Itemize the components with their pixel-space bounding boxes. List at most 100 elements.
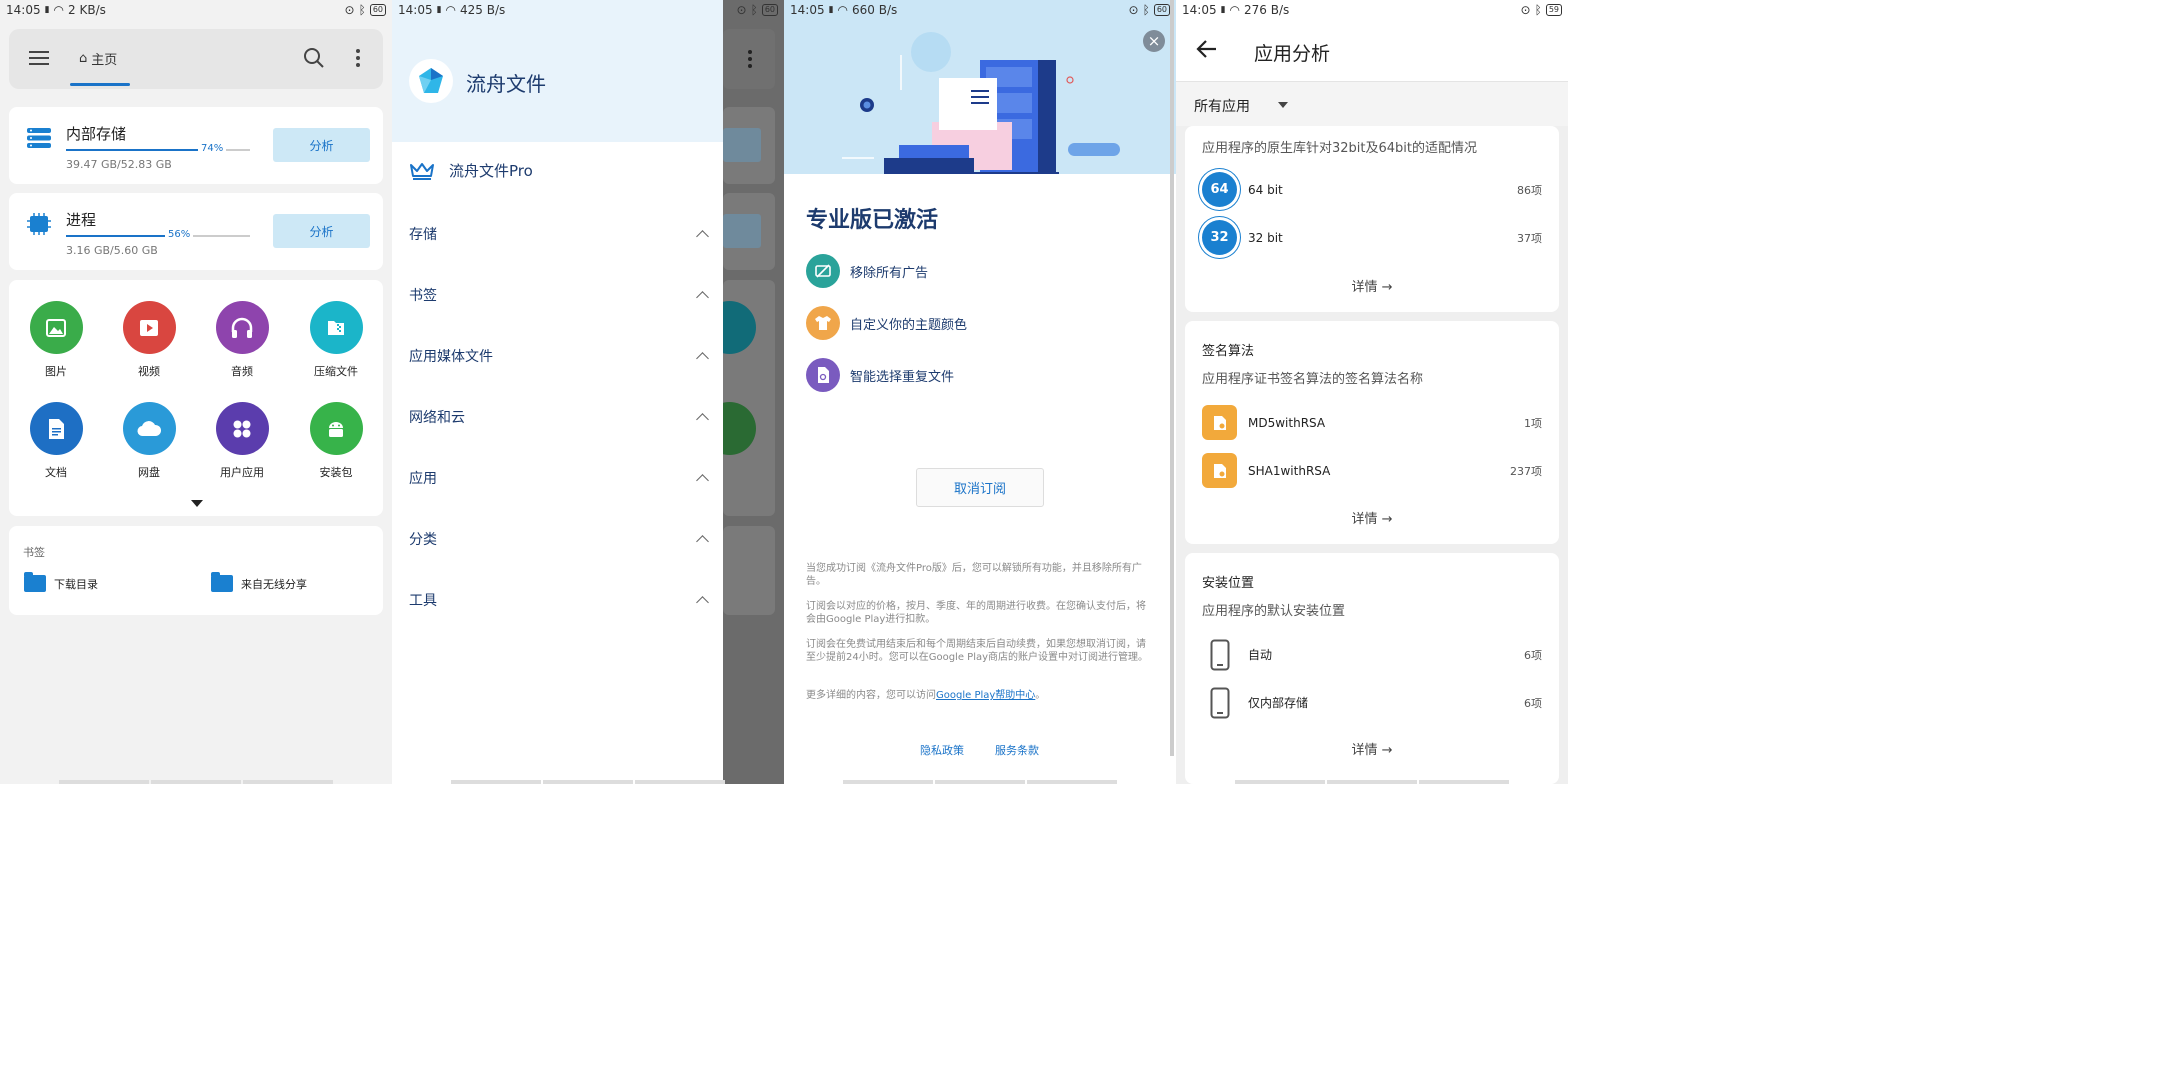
category-label: 安装包 bbox=[319, 466, 353, 479]
row-label: SHA1withRSA bbox=[1248, 463, 1331, 478]
hero-illustration: × bbox=[784, 0, 1176, 174]
category-label: 用户应用 bbox=[220, 466, 264, 479]
bookmark-item[interactable]: 下载目录 bbox=[24, 572, 98, 592]
subscription-notice: 订阅会以对应的价格，按月、季度、年的周期进行收费。在您确认支付后，将会由Goog… bbox=[806, 601, 1146, 625]
expand-arrow-icon[interactable] bbox=[191, 500, 203, 507]
drawer-section-app-media[interactable]: 应用媒体文件 bbox=[409, 346, 709, 366]
battery-icon: 59 bbox=[1545, 4, 1562, 16]
native-lib-details-link[interactable]: 详情 → bbox=[1185, 276, 1559, 295]
tab-home[interactable]: ⌂ 主页 bbox=[79, 49, 117, 68]
internal-storage-detail: 39.47 GB/52.83 GB bbox=[66, 158, 172, 171]
category-video[interactable]: 视频 bbox=[109, 301, 189, 379]
arrow-right-icon: → bbox=[1381, 743, 1393, 758]
wifi-icon: ◠ bbox=[1229, 3, 1241, 17]
privacy-policy-link[interactable]: 隐私政策 bbox=[920, 742, 964, 758]
process-bar: 56% bbox=[66, 229, 250, 240]
bluetooth-icon: ᛒ bbox=[1142, 3, 1150, 17]
storage-icon bbox=[27, 128, 51, 148]
process-percent: 56% bbox=[165, 229, 194, 240]
bookmark-item[interactable]: 来自无线分享 bbox=[211, 572, 307, 592]
duplicate-file-icon bbox=[806, 358, 840, 392]
category-apk[interactable]: 安装包 bbox=[296, 402, 376, 480]
menu-icon[interactable] bbox=[29, 51, 49, 65]
feature-item: 智能选择重复文件 bbox=[806, 358, 954, 392]
signal-icon: ▮ bbox=[436, 5, 442, 15]
process-fill bbox=[66, 235, 165, 237]
native-lib-subtitle: 应用程序的原生库针对32bit及64bit的适配情况 bbox=[1202, 141, 1478, 156]
alarm-icon: ⊙ bbox=[344, 3, 355, 17]
bookmark-label: 来自无线分享 bbox=[241, 577, 307, 591]
shirt-icon bbox=[806, 306, 840, 340]
tab-home-label: 主页 bbox=[91, 53, 118, 68]
drawer-section-label: 分类 bbox=[409, 532, 437, 548]
alarm-icon: ⊙ bbox=[1128, 3, 1139, 17]
chevron-up-icon bbox=[696, 595, 709, 609]
drawer-item-pro[interactable]: 流舟文件Pro bbox=[409, 160, 533, 181]
category-cloud[interactable]: 网盘 bbox=[109, 402, 189, 480]
install-location-details-link[interactable]: 详情 → bbox=[1185, 739, 1559, 758]
process-card[interactable]: 进程 56% 3.16 GB/5.60 GB 分析 bbox=[9, 193, 383, 270]
more-options-icon[interactable] bbox=[355, 49, 361, 69]
category-label: 文档 bbox=[45, 466, 67, 479]
category-documents[interactable]: 文档 bbox=[16, 402, 96, 480]
row-label: 自动 bbox=[1248, 648, 1273, 662]
pro-screen: × 专业版已激活 移除所有广告 自定义你的主题颜色 智能选择重复文件 取消订阅 … bbox=[784, 0, 1176, 784]
internal-storage-card[interactable]: 内部存储 74% 39.47 GB/52.83 GB 分析 bbox=[9, 107, 383, 184]
dimmed-background[interactable] bbox=[703, 0, 784, 784]
terms-of-service-link[interactable]: 服务条款 bbox=[995, 742, 1039, 758]
gesture-bar bbox=[1176, 780, 1568, 784]
bluetooth-icon: ᛒ bbox=[1534, 3, 1542, 17]
category-archives[interactable]: 压缩文件 bbox=[296, 301, 376, 379]
signature-row[interactable]: MD5withRSA 1项 bbox=[1202, 405, 1542, 440]
native-lib-row[interactable]: 32 32 bit 37项 bbox=[1202, 220, 1542, 255]
phone-icon bbox=[1202, 685, 1237, 720]
category-images[interactable]: 图片 bbox=[16, 301, 96, 379]
app-filter-dropdown[interactable]: 所有应用 bbox=[1176, 82, 1568, 126]
drawer-screen: 流舟文件 流舟文件Pro 存储 书签 应用媒体文件 网络和云 应用 分类 工具 … bbox=[392, 0, 784, 784]
install-location-row[interactable]: 自动 6项 bbox=[1202, 637, 1542, 672]
install-location-subtitle: 应用程序的默认安装位置 bbox=[1202, 604, 1346, 619]
drawer-section-bookmarks[interactable]: 书签 bbox=[409, 285, 709, 305]
drawer-section-apps[interactable]: 应用 bbox=[409, 468, 709, 488]
back-arrow-icon[interactable] bbox=[1196, 38, 1218, 60]
row-count: 6项 bbox=[1524, 696, 1542, 710]
phone-icon bbox=[1202, 637, 1237, 672]
category-audio[interactable]: 音频 bbox=[202, 301, 282, 379]
filter-selected-value: 所有应用 bbox=[1194, 99, 1250, 115]
status-bar: 14:05 ▮ ◠ 2 KB/s ⊙ ᛒ 60 bbox=[0, 0, 392, 20]
top-app-bar: ⌂ 主页 bbox=[9, 29, 383, 89]
certificate-icon bbox=[1202, 453, 1237, 488]
top-app-bar: 应用分析 bbox=[1176, 20, 1568, 82]
signature-details-link[interactable]: 详情 → bbox=[1185, 508, 1559, 527]
home-icon: ⌂ bbox=[79, 51, 88, 66]
drawer-section-storage[interactable]: 存储 bbox=[409, 224, 709, 244]
drawer-section-network[interactable]: 网络和云 bbox=[409, 407, 709, 427]
file-cabinet-illustration bbox=[842, 32, 1120, 174]
arrow-right-icon: → bbox=[1381, 280, 1393, 295]
category-user-apps[interactable]: 用户应用 bbox=[202, 402, 282, 480]
wifi-icon: ◠ bbox=[445, 3, 457, 17]
search-icon[interactable] bbox=[303, 47, 325, 69]
battery-icon: 60 bbox=[369, 4, 386, 16]
install-location-row[interactable]: 仅内部存储 6项 bbox=[1202, 685, 1542, 720]
analyze-storage-button[interactable]: 分析 bbox=[273, 128, 370, 162]
install-location-title: 安装位置 bbox=[1202, 576, 1255, 591]
google-play-help-link[interactable]: Google Play帮助中心 bbox=[936, 690, 1035, 701]
archive-icon bbox=[309, 301, 363, 354]
status-speed: 276 B/s bbox=[1244, 3, 1290, 17]
drawer-section-tools[interactable]: 工具 bbox=[409, 590, 709, 610]
drawer-app-name: 流舟文件 bbox=[466, 72, 546, 96]
apps-icon bbox=[215, 402, 269, 455]
gesture-bar bbox=[784, 780, 1176, 784]
close-icon[interactable]: × bbox=[1143, 30, 1165, 52]
category-label: 网盘 bbox=[138, 466, 160, 479]
cancel-subscription-button[interactable]: 取消订阅 bbox=[916, 468, 1044, 507]
document-icon bbox=[29, 402, 83, 455]
native-lib-row[interactable]: 64 64 bit 86项 bbox=[1202, 172, 1542, 207]
category-label: 视频 bbox=[138, 365, 160, 378]
drawer-section-categories[interactable]: 分类 bbox=[409, 529, 709, 549]
analyze-process-button[interactable]: 分析 bbox=[273, 214, 370, 248]
scrollbar[interactable] bbox=[1170, 0, 1174, 756]
signature-title: 签名算法 bbox=[1202, 344, 1255, 359]
signature-row[interactable]: SHA1withRSA 237项 bbox=[1202, 453, 1542, 488]
